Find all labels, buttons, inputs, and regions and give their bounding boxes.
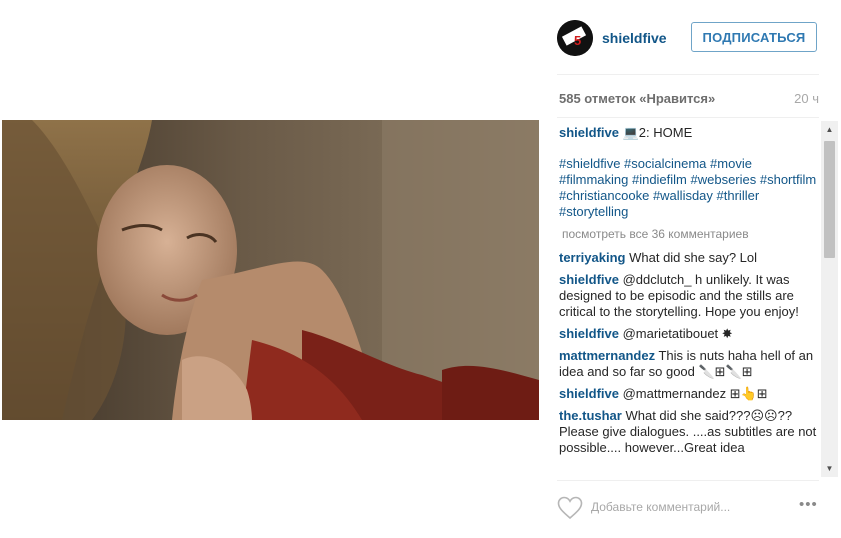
comment-text: What did she say? Lol bbox=[629, 250, 758, 265]
post-username[interactable]: shieldfive bbox=[602, 30, 667, 46]
post-time[interactable]: 20 ч bbox=[794, 91, 819, 106]
likes-count[interactable]: 585 отметок «Нравится» bbox=[559, 91, 715, 106]
comment-item: shieldfive @mattmernandez ⊞👆⊞ bbox=[559, 386, 821, 402]
comment-username[interactable]: the.tushar bbox=[559, 408, 622, 423]
more-options-icon[interactable]: ••• bbox=[799, 496, 823, 513]
scroll-down-arrow-icon[interactable]: ▼ bbox=[821, 460, 838, 477]
add-comment-input[interactable]: Добавьте комментарий... bbox=[591, 500, 730, 514]
shield-five-logo-icon: 5 bbox=[557, 20, 593, 56]
comment-username[interactable]: terriyaking bbox=[559, 250, 625, 265]
media-pane bbox=[0, 0, 540, 538]
comment-item: the.tushar What did she said???☹☹?? Plea… bbox=[559, 408, 821, 456]
comment-text: @mattmernandez ⊞👆⊞ bbox=[622, 386, 768, 401]
view-all-comments-link[interactable]: посмотреть все 36 комментариев bbox=[562, 226, 821, 242]
comment-item: shieldfive @ddclutch_ h unlikely. It was… bbox=[559, 272, 821, 320]
comments-scrollbar[interactable]: ▲ ▼ bbox=[821, 121, 838, 477]
svg-text:5: 5 bbox=[574, 33, 581, 48]
photo-image bbox=[2, 120, 539, 420]
header-divider bbox=[557, 74, 819, 75]
post-details-pane: 5 shieldfive ПОДПИСАТЬСЯ 585 отметок «Нр… bbox=[540, 0, 841, 538]
post-photo[interactable] bbox=[2, 120, 539, 420]
comment-text: @marietatibouet ✸ bbox=[622, 326, 733, 341]
avatar[interactable]: 5 bbox=[557, 20, 593, 56]
caption-username[interactable]: shieldfive bbox=[559, 125, 619, 140]
post-footer: Добавьте комментарий... ••• bbox=[557, 492, 823, 526]
post-header: 5 shieldfive ПОДПИСАТЬСЯ bbox=[557, 20, 819, 56]
heart-outline-icon[interactable] bbox=[557, 496, 583, 520]
comment-item: mattmernandez This is nuts haha hell of … bbox=[559, 348, 821, 380]
comment-item: shieldfive @marietatibouet ✸ bbox=[559, 326, 821, 342]
follow-button[interactable]: ПОДПИСАТЬСЯ bbox=[691, 22, 817, 52]
caption: shieldfive 💻2: HOME #shieldfive #socialc… bbox=[559, 125, 821, 220]
caption-text: 💻2: HOME bbox=[622, 125, 693, 140]
comment-username[interactable]: shieldfive bbox=[559, 386, 619, 401]
footer-divider bbox=[557, 480, 819, 481]
comment-username[interactable]: shieldfive bbox=[559, 272, 619, 287]
comments-list: shieldfive 💻2: HOME #shieldfive #socialc… bbox=[559, 125, 821, 477]
likes-row: 585 отметок «Нравится» 20 ч bbox=[559, 91, 819, 109]
comment-item: terriyaking What did she say? Lol bbox=[559, 250, 821, 266]
scroll-thumb[interactable] bbox=[824, 141, 835, 258]
comment-username[interactable]: shieldfive bbox=[559, 326, 619, 341]
likes-divider bbox=[557, 117, 819, 118]
caption-hashtags[interactable]: #shieldfive #socialcinema #movie #filmma… bbox=[559, 156, 821, 220]
scroll-up-arrow-icon[interactable]: ▲ bbox=[821, 121, 838, 138]
comment-username[interactable]: mattmernandez bbox=[559, 348, 655, 363]
